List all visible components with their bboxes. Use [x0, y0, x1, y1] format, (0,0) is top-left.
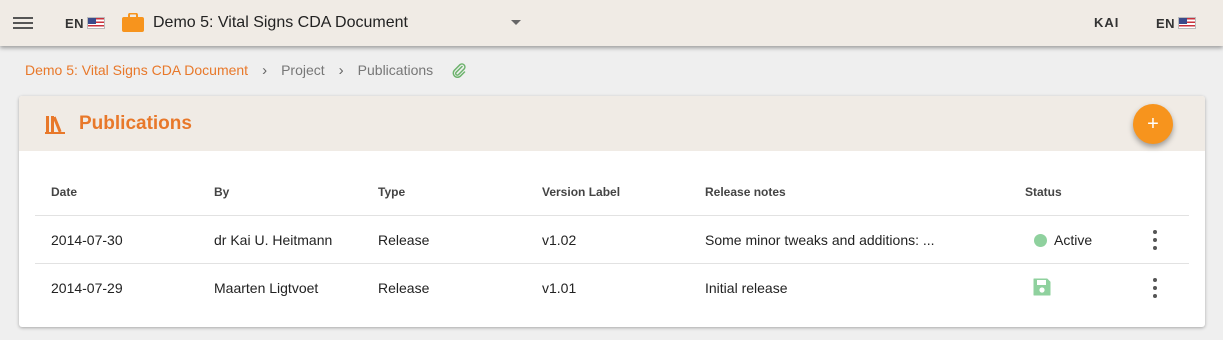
briefcase-icon — [122, 13, 144, 32]
cell-release-notes: Initial release — [705, 280, 788, 296]
us-flag-icon — [1178, 17, 1197, 29]
breadcrumb-publications: Publications — [357, 62, 434, 78]
menu-icon[interactable] — [13, 15, 33, 31]
books-icon — [45, 116, 65, 134]
more-vert-icon[interactable] — [1151, 277, 1159, 299]
user-menu[interactable]: KAI — [1094, 15, 1119, 30]
add-publication-button[interactable]: + — [1133, 104, 1173, 144]
cell-release-notes: Some minor tweaks and additions: ... — [705, 232, 935, 248]
cell-by: Maarten Ligtvoet — [214, 280, 319, 296]
column-header-version-label[interactable]: Version Label — [542, 185, 620, 199]
column-header-status[interactable]: Status — [1025, 185, 1062, 199]
cell-type: Release — [378, 280, 430, 296]
breadcrumb: Demo 5: Vital Signs CDA Document › Proje… — [25, 61, 467, 79]
column-header-by[interactable]: By — [214, 185, 229, 199]
cell-version: v1.02 — [542, 232, 577, 248]
status-active-dot-icon — [1034, 234, 1047, 247]
breadcrumb-project: Project — [281, 62, 325, 78]
table-row[interactable]: 2014-07-30 dr Kai U. Heitmann Release v1… — [35, 215, 1189, 263]
paperclip-icon[interactable] — [451, 62, 467, 78]
us-flag-icon — [87, 17, 106, 29]
page-title: Publications — [79, 113, 192, 134]
card-header: Publications + — [19, 96, 1205, 151]
cell-type: Release — [378, 232, 430, 248]
cell-version: v1.01 — [542, 280, 577, 296]
table-row[interactable]: 2014-07-29 Maarten Ligtvoet Release v1.0… — [35, 263, 1189, 311]
project-select[interactable]: Demo 5: Vital Signs CDA Document — [122, 9, 524, 37]
publications-card: Publications + Date By Type Version Labe… — [19, 96, 1205, 327]
breadcrumb-project-link[interactable]: Demo 5: Vital Signs CDA Document — [25, 62, 248, 78]
save-icon[interactable] — [1032, 277, 1052, 297]
column-header-date[interactable]: Date — [51, 185, 77, 199]
more-vert-icon[interactable] — [1151, 229, 1159, 251]
user-language-selector[interactable]: EN — [1156, 15, 1197, 31]
project-name: Demo 5: Vital Signs CDA Document — [153, 14, 408, 31]
chevron-right-icon: › — [262, 61, 268, 79]
cell-by: dr Kai U. Heitmann — [214, 232, 333, 248]
user-language-code: EN — [1156, 15, 1176, 31]
chevron-down-icon — [511, 20, 521, 25]
status-badge: Active — [1054, 232, 1093, 248]
cell-date: 2014-07-30 — [51, 232, 123, 248]
column-header-release-notes[interactable]: Release notes — [705, 185, 786, 199]
language-code: EN — [65, 15, 85, 31]
app-toolbar: EN Demo 5: Vital Signs CDA Document KAI … — [0, 0, 1223, 46]
cell-date: 2014-07-29 — [51, 280, 123, 296]
column-header-type[interactable]: Type — [378, 185, 405, 199]
chevron-right-icon: › — [338, 61, 344, 79]
language-selector[interactable]: EN — [65, 15, 106, 31]
